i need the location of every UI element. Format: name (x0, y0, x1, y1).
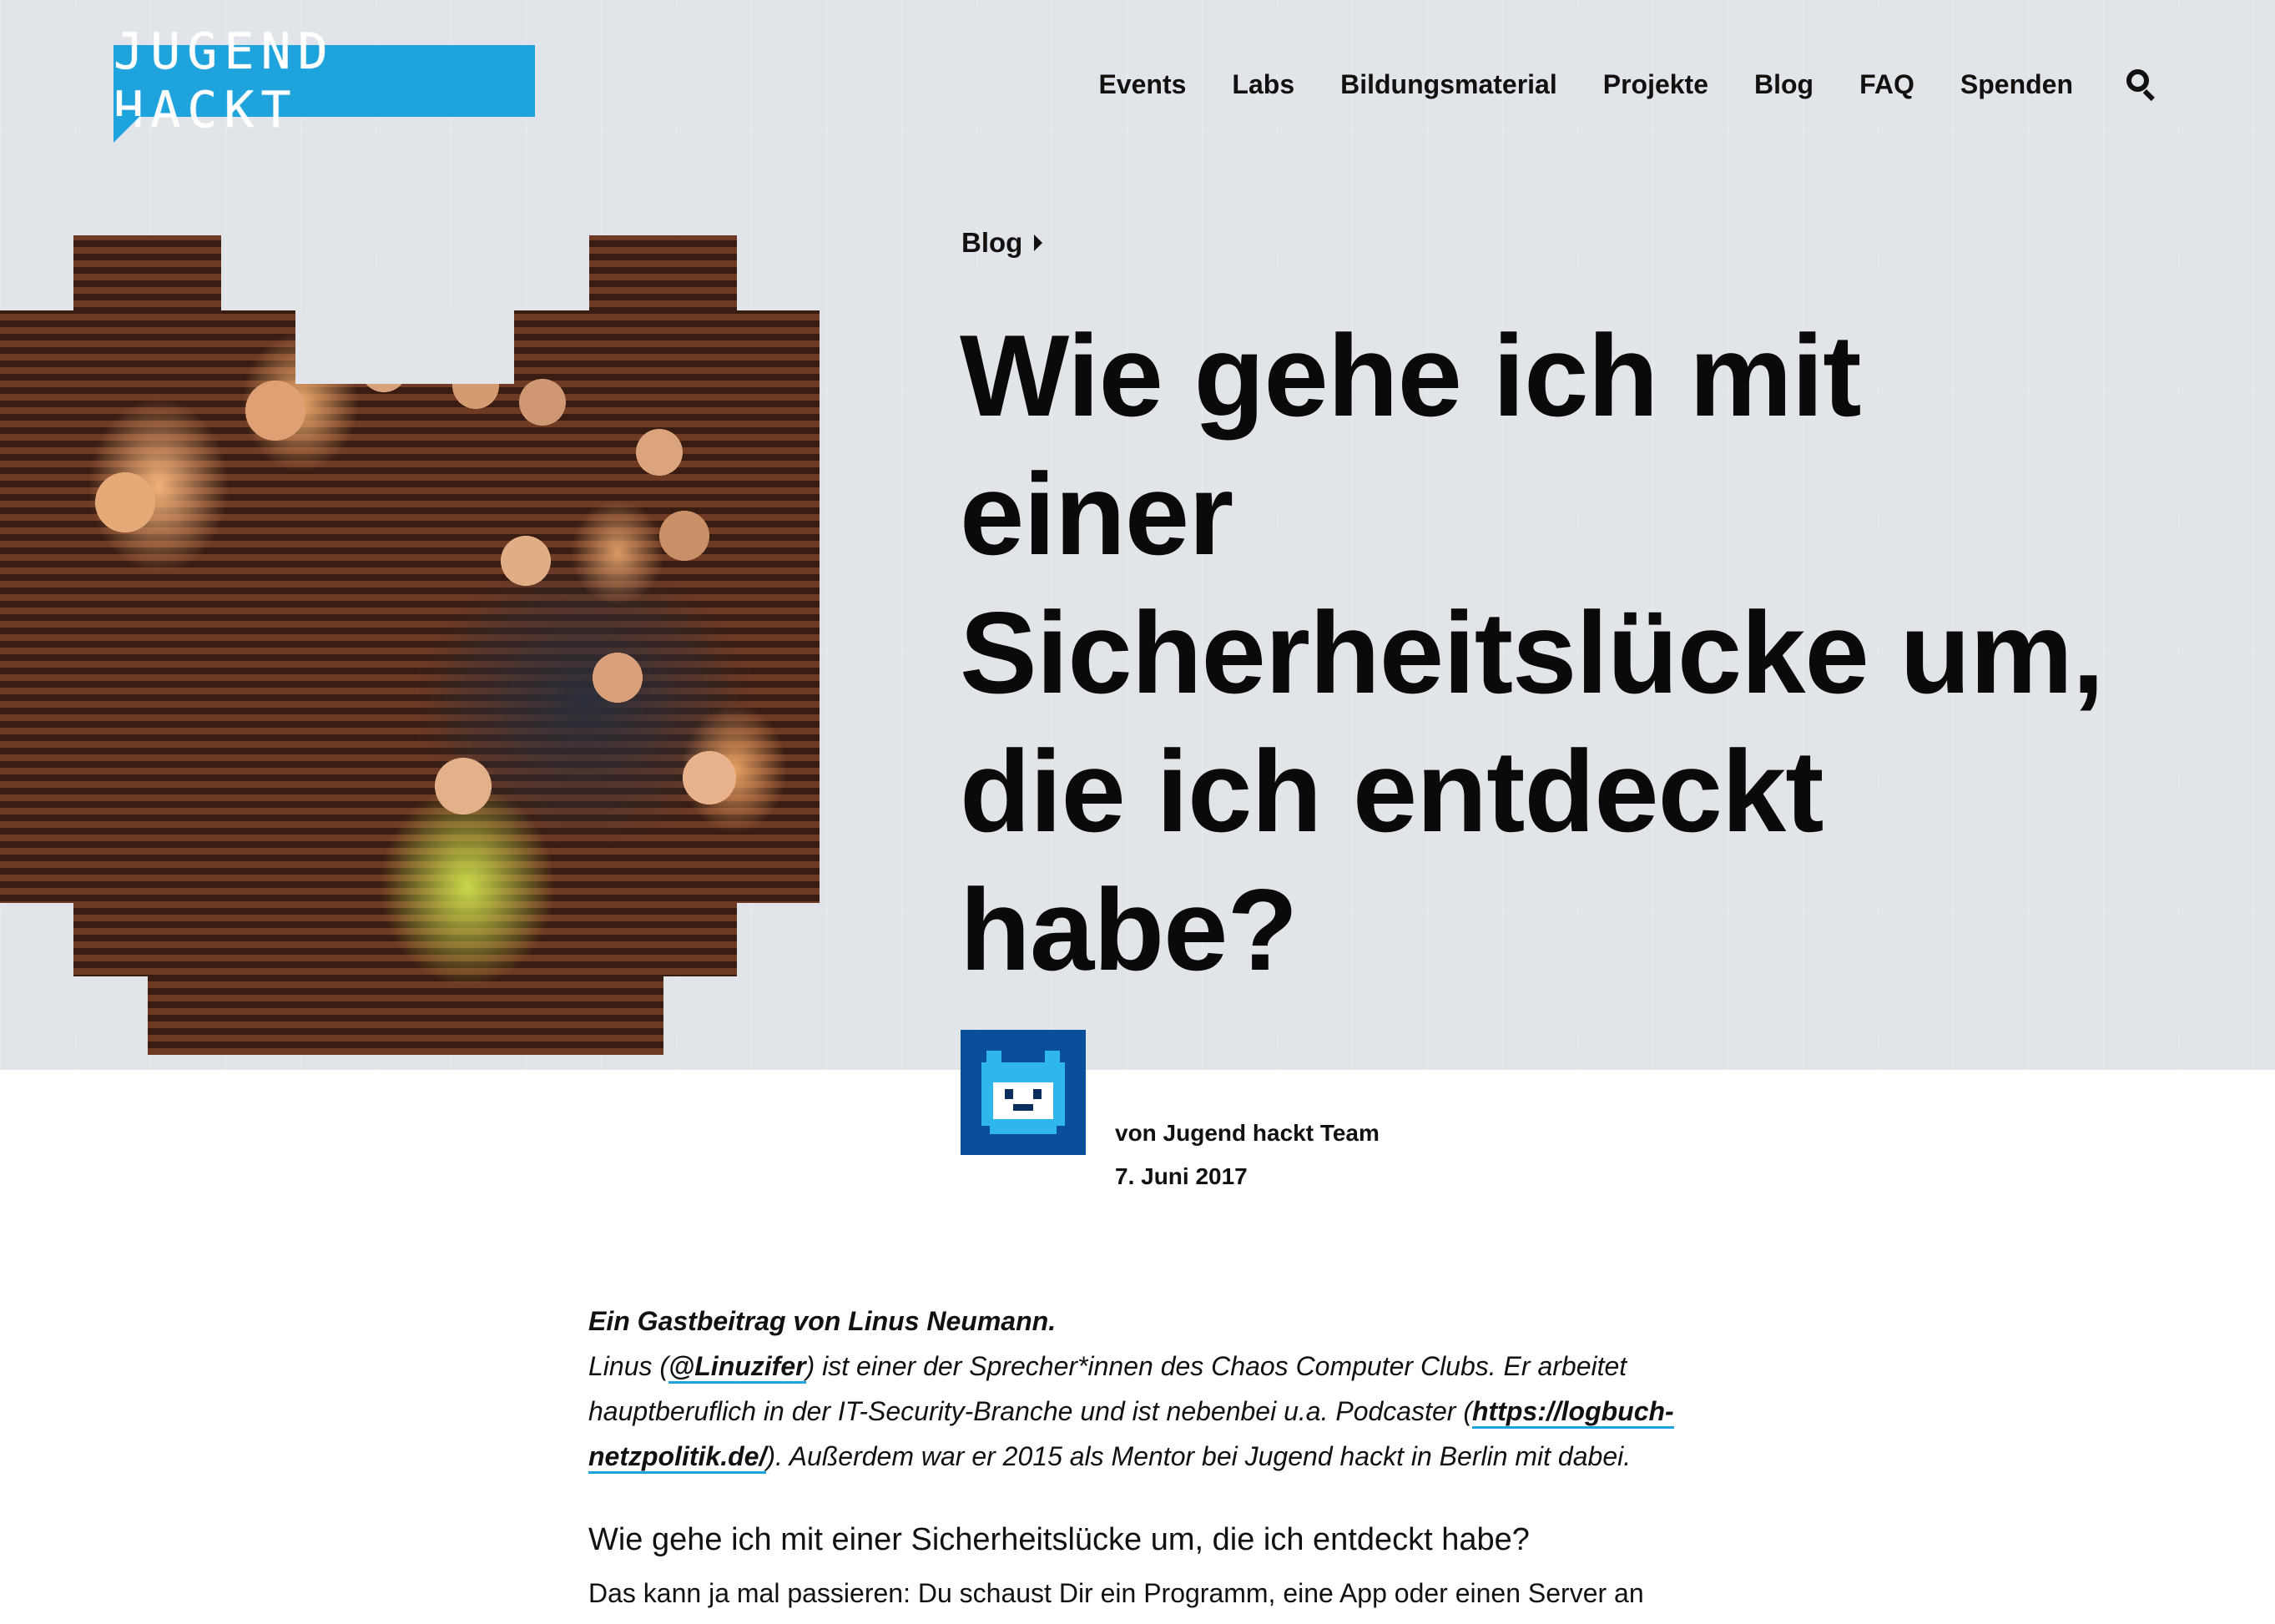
logo-tail (113, 116, 140, 143)
author-bio: Linus (@Linuzifer) ist einer der Spreche… (588, 1344, 1690, 1479)
breadcrumb[interactable]: Blog (961, 227, 1043, 259)
nav-item-blog[interactable]: Blog (1754, 69, 1813, 100)
guest-line: Ein Gastbeitrag von Linus Neumann. (588, 1306, 1057, 1336)
article-body: Ein Gastbeitrag von Linus Neumann. Linus… (588, 1299, 1690, 1624)
nav-item-bildungsmaterial[interactable]: Bildungsmaterial (1340, 69, 1557, 100)
search-icon[interactable] (2125, 68, 2158, 102)
nav-item-faq[interactable]: FAQ (1859, 69, 1914, 100)
page-title: Wie gehe ich mit einer Sicherheitslücke … (960, 311, 2105, 995)
bio-text-3: ). Außerdem war er 2015 als Mentor bei J… (766, 1441, 1632, 1471)
hero-photo (0, 235, 820, 1055)
post-date: 7. Juni 2017 (1115, 1163, 1248, 1189)
site-logo[interactable]: JUGEND HACKT (113, 23, 535, 139)
bio-text-1: Linus ( (588, 1351, 669, 1381)
nav-item-spenden[interactable]: Spenden (1960, 69, 2073, 100)
article-heading: Wie gehe ich mit einer Sicherheitslücke … (588, 1522, 1530, 1557)
twitter-handle-link[interactable]: @Linuzifer (668, 1351, 806, 1384)
robot-icon (981, 1051, 1065, 1134)
nav-item-projekte[interactable]: Projekte (1603, 69, 1708, 100)
nav-item-events[interactable]: Events (1098, 69, 1186, 100)
breadcrumb-blog[interactable]: Blog (961, 227, 1022, 259)
author-avatar (961, 1030, 1086, 1155)
author-name: von Jugend hackt Team (1115, 1120, 1380, 1146)
nav-item-labs[interactable]: Labs (1232, 69, 1294, 100)
main-nav: Events Labs Bildungsmaterial Projekte Bl… (1052, 63, 2158, 105)
logo-text: JUGEND HACKT (113, 23, 335, 139)
caret-right-icon (1034, 235, 1043, 251)
article-paragraph: Das kann ja mal passieren: Du schaust Di… (588, 1578, 1644, 1624)
